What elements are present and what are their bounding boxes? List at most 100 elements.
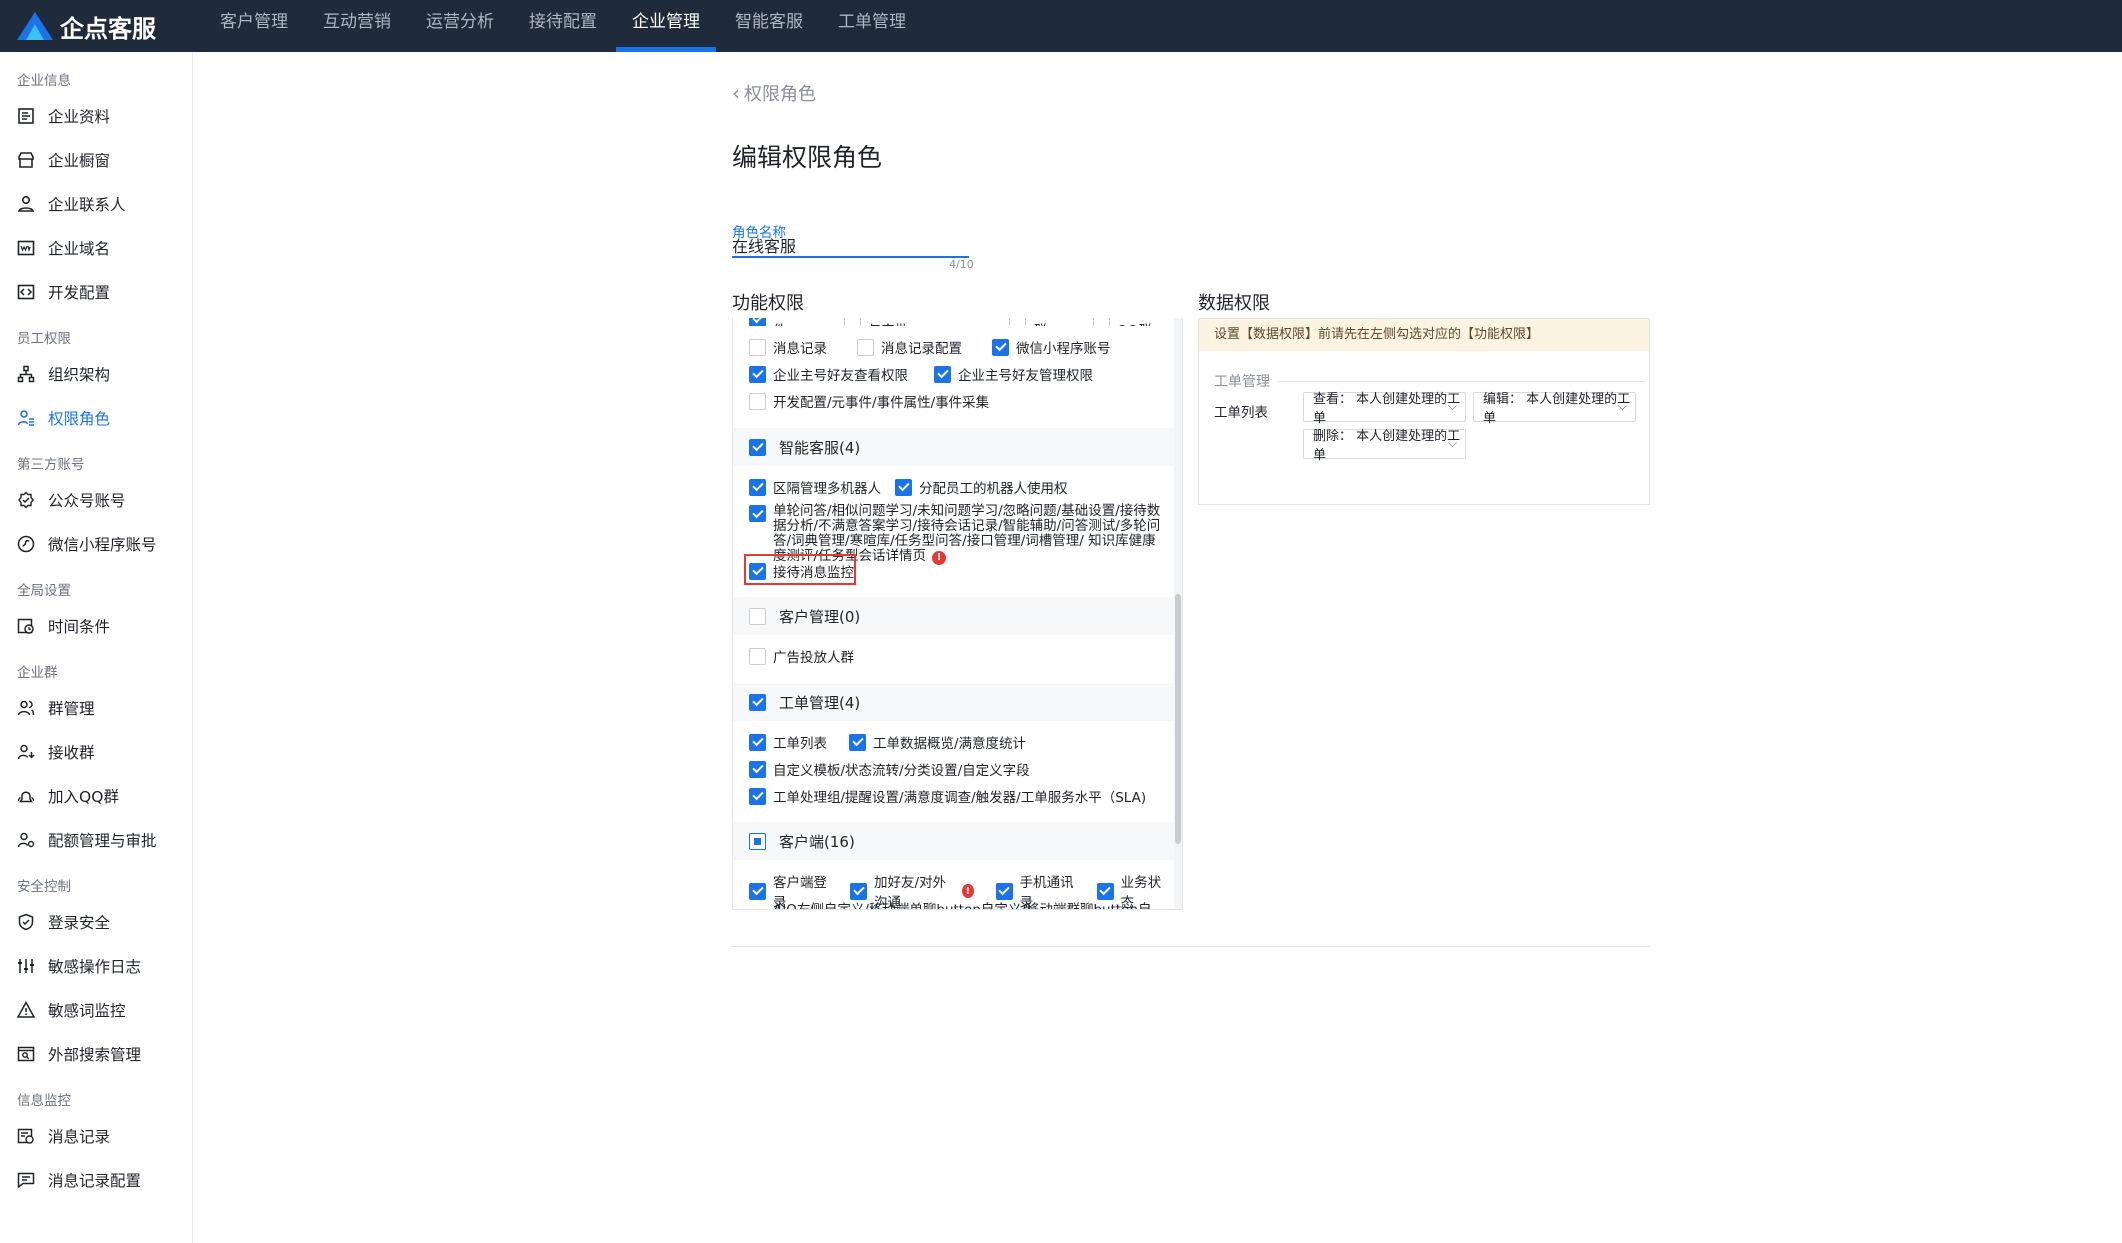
sidebar-item-label: 外部搜索管理 [48, 1046, 142, 1064]
qidian-logo-icon [17, 12, 53, 40]
checkbox-ticket-template[interactable]: 自定义模板/状态流转/分类设置/自定义字段 [749, 759, 1030, 779]
permission-group-ticket[interactable]: 工单管理(4) [733, 683, 1175, 721]
sidebar-item-time-condition[interactable]: 时间条件 [0, 604, 192, 648]
nav-interactive-marketing[interactable]: 互动营销 [307, 0, 407, 52]
nav-enterprise-management[interactable]: 企业管理 [616, 0, 716, 52]
permission-row: 开发配置/元事件/事件属性/事件采集 [749, 391, 1007, 411]
person-icon [17, 195, 35, 212]
sidebar-item-login-security[interactable]: 登录安全 [0, 900, 192, 944]
checkbox-message-record-config[interactable]: 消息记录配置 [857, 337, 962, 357]
nav-operation-analysis[interactable]: 运营分析 [410, 0, 510, 52]
checkbox-group-client[interactable] [749, 832, 766, 850]
sidebar-item-wechat-miniprogram[interactable]: 微信小程序账号 [0, 522, 192, 566]
nav-smart-service[interactable]: 智能客服 [719, 0, 819, 52]
sidebar-item-enterprise-info[interactable]: 企业资料 [0, 94, 192, 138]
nav-ticket-management[interactable]: 工单管理 [822, 0, 922, 52]
checkbox-robot-assign[interactable]: 分配员工的机器人使用权 [895, 477, 1068, 497]
checkbox-group-quota[interactable]: 群管理/配额管理与审批 [843, 318, 980, 326]
scrollbar-thumb[interactable] [1175, 594, 1181, 844]
checkbox-main-account-friend-view[interactable]: 企业主号好友查看权限 [749, 364, 908, 384]
sidebar-item-label: 消息记录 [48, 1128, 111, 1146]
main-content: ‹ 权限角色 编辑权限角色 角色名称 4/10 功能权限 数据权限 时间条件 群… [193, 52, 2122, 1243]
back-link-label: 权限角色 [744, 84, 816, 105]
checkbox-wechat-miniprogram[interactable]: 微信小程序账号 [992, 337, 1111, 357]
checkbox-reception-monitor[interactable]: 接待消息监控 [749, 561, 854, 581]
function-permission-panel[interactable]: 时间条件 群管理/配额管理与审批 接收群 加入QQ群 消息记录 消息记录配置 微… [732, 318, 1183, 910]
checkbox-ticket-sla[interactable]: 工单处理组/提醒设置/满意度调查/触发器/工单服务水平（SLA) [749, 786, 1146, 806]
nav-reception-config[interactable]: 接待配置 [513, 0, 613, 52]
checkbox-group-ticket[interactable] [749, 693, 766, 711]
checkbox-ticket-list[interactable]: 工单列表 [749, 732, 827, 752]
checkbox-receive-group[interactable]: 接收群 [1009, 318, 1063, 326]
page-title: 编辑权限角色 [732, 143, 883, 172]
sidebar-item-receive-group[interactable]: 接收群 [0, 730, 192, 774]
checkbox-main-account-friend-manage[interactable]: 企业主号好友管理权限 [934, 364, 1093, 384]
window-search-icon [17, 1046, 35, 1062]
sidebar-item-label: 微信小程序账号 [48, 536, 157, 554]
chevron-down-icon: ⌵ [1447, 436, 1457, 450]
checkbox-aio-custom[interactable]: AIO右侧自定义/移动端单聊button自定义/移动端群聊button自定义 [749, 898, 1164, 909]
sidebar-item-org-structure[interactable]: 组织架构 [0, 352, 192, 396]
checkbox-time-condition[interactable]: 时间条件 [749, 318, 814, 326]
checkbox-join-qq-group[interactable]: 加入QQ群 [1092, 318, 1164, 326]
edit-scope-select[interactable]: 编辑： 本人创建处理的工单 ⌵ [1473, 392, 1636, 426]
checkbox-group-customer[interactable] [749, 607, 766, 625]
sidebar-item-label: 登录安全 [48, 914, 111, 932]
nav-customer-management[interactable]: 客户管理 [204, 0, 304, 52]
role-name-input[interactable] [732, 234, 969, 258]
main-nav: 客户管理 互动营销 运营分析 接待配置 企业管理 智能客服 工单管理 [204, 0, 925, 52]
checkbox-multi-robot[interactable]: 区隔管理多机器人 [749, 477, 881, 497]
sidebar-item-message-record-config[interactable]: 消息记录配置 [0, 1158, 192, 1202]
sidebar-item-external-search[interactable]: 外部搜索管理 [0, 1032, 192, 1076]
permission-row: 区隔管理多机器人 分配员工的机器人使用权 [749, 477, 1086, 497]
delete-scope-select[interactable]: 删除： 本人创建处理的工单 ⌵ [1303, 429, 1466, 463]
permission-group-label: 工单管理(4) [779, 693, 861, 712]
sidebar-item-label: 公众号账号 [48, 492, 126, 510]
checkbox-message-record[interactable]: 消息记录 [749, 337, 827, 357]
sidebar-item-enterprise-domain[interactable]: 企业域名 [0, 226, 192, 270]
function-permission-title: 功能权限 [732, 293, 804, 314]
sidebar-item-sensitive-word[interactable]: 敏感词监控 [0, 988, 192, 1032]
top-navigation-bar: 企点客服 客户管理 互动营销 运营分析 接待配置 企业管理 智能客服 工单管理 [0, 0, 2122, 52]
permission-group-smart-service[interactable]: 智能客服(4) [733, 428, 1175, 466]
checkbox-ticket-overview[interactable]: 工单数据概览/满意度统计 [849, 732, 1026, 752]
sidebar-item-label: 组织架构 [48, 366, 111, 384]
permission-row: 自定义模板/状态流转/分类设置/自定义字段 [749, 759, 1048, 779]
permission-row: 工单处理组/提醒设置/满意度调查/触发器/工单服务水平（SLA) [749, 786, 1164, 806]
sidebar-item-group-management[interactable]: 群管理 [0, 686, 192, 730]
checkbox-dev-config-events[interactable]: 开发配置/元事件/事件属性/事件采集 [749, 391, 989, 411]
data-permission-label: 工单列表 [1214, 405, 1268, 421]
permission-group-customer[interactable]: 客户管理(0) [733, 597, 1175, 635]
app-logo[interactable]: 企点客服 [16, 9, 204, 44]
checkbox-qa-bundle[interactable] [749, 505, 766, 522]
divider [732, 946, 1650, 947]
group-receive-icon [17, 744, 35, 760]
sidebar-item-quota-approval[interactable]: 配额管理与审批 [0, 818, 192, 862]
sidebar-item-dev-config[interactable]: 开发配置 [0, 270, 192, 314]
document-icon [18, 108, 34, 124]
permission-row-clipped: 时间条件 群管理/配额管理与审批 接收群 加入QQ群 [749, 318, 1182, 326]
sidebar-item-label: 加入QQ群 [48, 788, 119, 806]
alert-icon: ! [962, 884, 974, 898]
sidebar-item-message-record[interactable]: 消息记录 [0, 1114, 192, 1158]
checkbox-ad-audience[interactable]: 广告投放人群 [749, 646, 854, 666]
sidebar-item-permission-role[interactable]: 权限角色 [0, 396, 192, 440]
sidebar-item-enterprise-showcase[interactable]: 企业橱窗 [0, 138, 192, 182]
back-link[interactable]: ‹ 权限角色 [732, 80, 816, 106]
view-scope-select[interactable]: 查看： 本人创建处理的工单 ⌵ [1303, 392, 1466, 426]
sidebar-item-official-account[interactable]: 公众号账号 [0, 478, 192, 522]
permission-group-client[interactable]: 客户端(16) [733, 822, 1175, 860]
sidebar-item-label: 权限角色 [48, 410, 111, 428]
code-icon [17, 284, 35, 300]
checkbox-group-smart-service[interactable] [749, 438, 766, 456]
role-name-char-count: 4/10 [949, 258, 974, 271]
sidebar-item-sensitive-log[interactable]: 敏感操作日志 [0, 944, 192, 988]
sidebar-item-join-qq-group[interactable]: 加入QQ群 [0, 774, 192, 818]
sidebar-item-enterprise-contact[interactable]: 企业联系人 [0, 182, 192, 226]
qq-group-icon [17, 791, 35, 803]
sliders-icon [18, 959, 34, 973]
message-config-icon [17, 1172, 35, 1189]
badge-check-icon [18, 491, 34, 509]
permission-row: 工单列表 工单数据概览/满意度统计 [749, 732, 1044, 752]
app-logo-text: 企点客服 [60, 14, 156, 43]
